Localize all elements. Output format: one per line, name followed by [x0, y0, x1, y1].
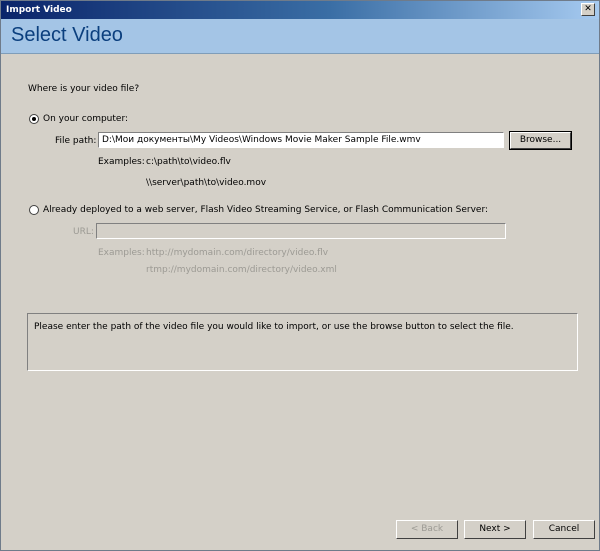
question-label: Where is your video file?: [28, 84, 140, 94]
page-title: Select Video: [11, 24, 123, 46]
web-example-2: rtmp://mydomain.com/directory/video.xml: [146, 265, 337, 275]
cancel-button[interactable]: Cancel: [533, 520, 595, 539]
back-button-label: < Back: [410, 524, 444, 534]
next-button[interactable]: Next >: [464, 520, 526, 539]
close-button[interactable]: ✕: [581, 3, 595, 16]
computer-examples-label: Examples:: [98, 157, 145, 167]
radio-on-computer[interactable]: [29, 114, 39, 124]
wizard-header: Select Video: [1, 19, 599, 54]
title-bar[interactable]: Import Video ✕: [1, 1, 599, 19]
file-path-value: D:\Мои документы\My Videos\Windows Movie…: [102, 135, 421, 145]
back-button[interactable]: < Back: [396, 520, 458, 539]
next-button-label: Next >: [479, 524, 511, 534]
cancel-button-label: Cancel: [548, 524, 580, 534]
computer-example-2: \\server\path\to\video.mov: [146, 178, 267, 188]
web-examples-label: Examples:: [98, 248, 145, 258]
radio-web-server[interactable]: [29, 205, 39, 215]
file-path-input[interactable]: D:\Мои документы\My Videos\Windows Movie…: [98, 132, 504, 148]
url-label: URL:: [73, 227, 94, 237]
window-title: Import Video: [6, 5, 72, 15]
import-video-dialog: Import Video ✕ Select Video Where is you…: [0, 0, 600, 551]
web-example-1: http://mydomain.com/directory/video.flv: [146, 248, 329, 258]
url-input[interactable]: [96, 223, 506, 239]
browse-button[interactable]: Browse...: [509, 131, 572, 150]
browse-button-label: Browse...: [519, 135, 562, 145]
info-message: Please enter the path of the video file …: [34, 322, 514, 332]
close-icon: ✕: [584, 4, 592, 14]
file-path-label: File path:: [55, 136, 97, 146]
radio-web-server-label[interactable]: Already deployed to a web server, Flash …: [43, 205, 488, 215]
info-box: Please enter the path of the video file …: [27, 313, 578, 371]
computer-example-1: c:\path\to\video.flv: [146, 157, 231, 167]
radio-on-computer-label[interactable]: On your computer:: [43, 114, 128, 124]
